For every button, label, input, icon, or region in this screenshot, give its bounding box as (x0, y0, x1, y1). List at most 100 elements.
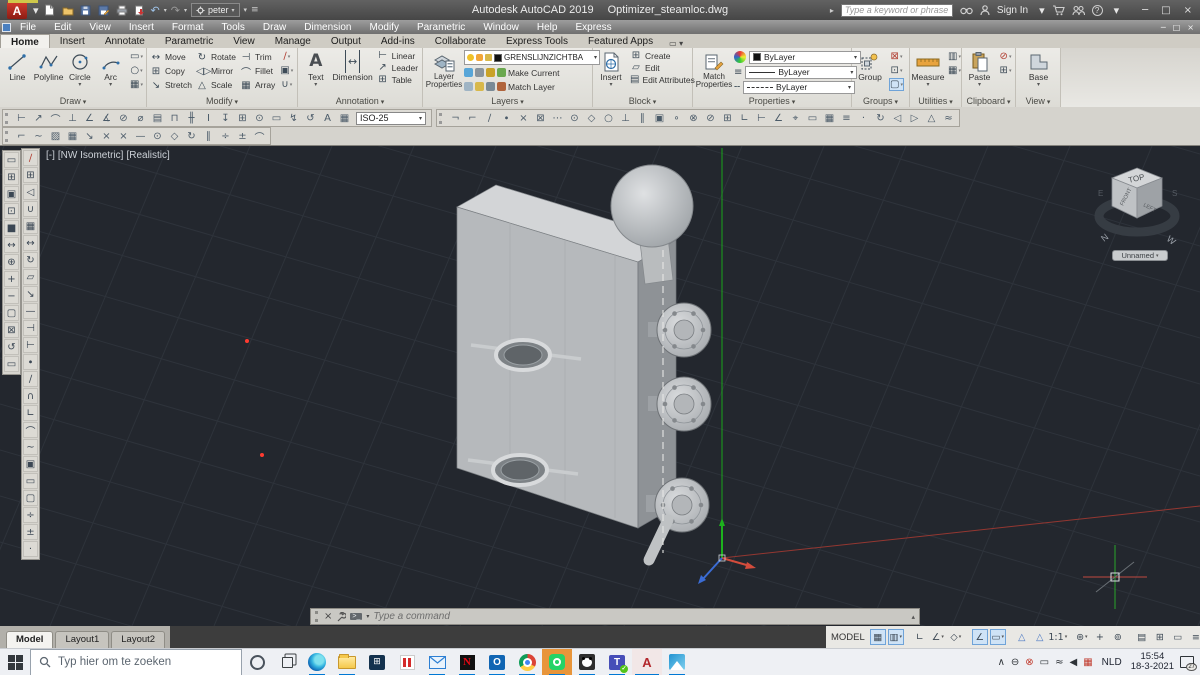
otrack-tool-icon[interactable]: ⌖ (787, 111, 804, 126)
point-marker[interactable] (245, 339, 249, 343)
dim-style-manager-icon[interactable]: A (319, 111, 336, 126)
steam-block-model[interactable] (457, 165, 711, 560)
layer-dropdown[interactable]: GRENSLIJNZICHTBA ▾ (464, 50, 600, 65)
match-properties-button[interactable]: Match Properties (696, 50, 732, 90)
snap-center-icon[interactable]: ⊙ (566, 111, 583, 126)
sign-in-button[interactable]: Sign In (997, 5, 1028, 16)
taskbar-clock[interactable]: 15:54 18-3-2021 (1131, 652, 1174, 673)
fillet-icon[interactable]: ⌒ (23, 422, 38, 438)
group-selection-icon[interactable]: ▢ (889, 78, 904, 91)
dim-arc-icon[interactable]: ⌒ (47, 111, 64, 126)
isolate-objects-toggle[interactable]: ⊚ (1110, 629, 1126, 645)
dim-angular-3pt-icon[interactable]: ∡ (98, 111, 115, 126)
dim-inspect-icon[interactable]: I (200, 111, 217, 126)
blend-curves-icon[interactable]: ∼ (23, 439, 38, 455)
rectangle-icon[interactable]: ▭ (129, 50, 144, 63)
compass-w[interactable]: W (1165, 234, 1178, 247)
menu-modify[interactable]: Modify (361, 22, 408, 33)
command-close-icon[interactable]: × (324, 611, 332, 622)
panel-label-groups[interactable]: Groups (852, 95, 909, 107)
autocad-app-menu-button[interactable]: A (7, 2, 27, 19)
id-point-icon[interactable]: ▥ (947, 50, 962, 63)
edit-polyline-icon[interactable]: ⌐ (13, 129, 30, 144)
zoom-extents-icon[interactable]: ⊠ (4, 322, 19, 338)
trim-button[interactable]: ⊣Trim (240, 50, 275, 64)
erase-icon[interactable]: ∕ (279, 50, 294, 63)
command-line[interactable]: × >_ ▾ ▴ (310, 608, 920, 625)
layer-off-icon[interactable] (464, 68, 473, 77)
taskbar-search-input[interactable] (58, 656, 218, 668)
undo-icon[interactable]: ↶ (151, 5, 160, 16)
ribbon-tab-view[interactable]: View (223, 34, 265, 48)
menu-edit[interactable]: Edit (45, 22, 80, 33)
undo-caret-icon[interactable]: ▾ (164, 7, 167, 14)
doc-restore-button[interactable]: □ (1173, 23, 1181, 32)
lineweight-dropdown[interactable]: ByLayer ▾ (745, 66, 857, 79)
zoom-realtime-icon[interactable]: ⊕ (4, 254, 19, 270)
lineweight-tool-icon[interactable]: ≡ (838, 111, 855, 126)
ellipse-icon[interactable]: ○ (129, 64, 144, 77)
sign-in-caret-icon[interactable]: ▾ (1039, 4, 1045, 17)
snap-intersection-icon[interactable]: × (515, 111, 532, 126)
start-button[interactable] (0, 649, 30, 675)
stretch-button[interactable]: ↘Stretch (150, 78, 192, 92)
zoom-all-icon[interactable]: ▢ (4, 305, 19, 321)
scale-icon[interactable]: ▱ (23, 269, 38, 285)
cortana-button[interactable] (242, 649, 272, 675)
ribbon-tab-manage[interactable]: Manage (265, 34, 321, 48)
polar-tool-icon[interactable]: ∠ (770, 111, 787, 126)
panel-label-properties[interactable]: Properties (693, 95, 851, 107)
taskbar-panda-app-icon[interactable] (572, 649, 602, 675)
divide-tool-icon[interactable]: ÷ (217, 129, 234, 144)
snap-from-icon[interactable]: ⌐ (464, 111, 481, 126)
layout-tab-layout1[interactable]: Layout1 (55, 631, 109, 648)
redo-caret-icon[interactable]: ▾ (184, 7, 187, 14)
revision-cloud-icon[interactable]: ↻ (183, 129, 200, 144)
snap-nearest-icon[interactable]: ⊗ (685, 111, 702, 126)
measure-button[interactable]: Measure (913, 50, 943, 88)
move-button[interactable]: ↔Move (150, 50, 192, 64)
ribbon-tab-featured-apps[interactable]: Featured Apps (578, 34, 663, 48)
ribbon-tab-output[interactable]: Output (321, 34, 371, 48)
region-icon[interactable]: ▭ (23, 473, 38, 489)
zoom-dynamic-icon[interactable]: ⊞ (4, 169, 19, 185)
dim-style-dropdown[interactable]: ISO-25 ▾ (356, 112, 426, 125)
leader-button[interactable]: ↗Leader (377, 62, 420, 73)
snap-node-icon[interactable]: ∘ (668, 111, 685, 126)
layer-merge-icon[interactable] (497, 82, 506, 91)
snap-midpoint-icon[interactable]: ∙ (498, 111, 515, 126)
scale-button[interactable]: △Scale (196, 78, 236, 92)
taskbar-search[interactable] (30, 649, 242, 675)
object-color-dropdown[interactable]: ByLayer ▾ (749, 51, 861, 64)
ungroup-icon[interactable]: ⊠ (889, 50, 904, 63)
sync-error-icon[interactable]: ⊗ (1025, 657, 1033, 668)
point-icon[interactable]: · (23, 541, 38, 557)
zoom-out-icon[interactable]: − (4, 288, 19, 304)
dim-continue-icon[interactable]: ⊓ (166, 111, 183, 126)
new-drawing-icon[interactable] (43, 3, 57, 17)
quick-calc-icon[interactable]: ▦ (947, 64, 962, 77)
taskbar-autocad-icon[interactable]: A (632, 649, 662, 675)
pan-icon[interactable]: ↔ (4, 237, 19, 253)
snap-endpoint-icon[interactable]: ∕ (481, 111, 498, 126)
annotation-scale-control[interactable]: 1:1▾ (1050, 629, 1066, 645)
snap-insertion-icon[interactable]: ▣ (651, 111, 668, 126)
copy-button[interactable]: ⊞Copy (150, 64, 192, 78)
panel-label-layers[interactable]: Layers (423, 95, 592, 107)
offset-icon[interactable]: ∪ (23, 201, 38, 217)
layout-tab-layout2[interactable]: Layout2 (111, 631, 165, 648)
menu-draw[interactable]: Draw (254, 22, 295, 33)
workspace-switching-gear[interactable]: ⊛▾ (1074, 629, 1090, 645)
lengthen-tool-icon[interactable]: — (132, 129, 149, 144)
copy-icon[interactable]: ⊞ (23, 167, 38, 183)
window-minimize-button[interactable]: ─ (1142, 5, 1148, 16)
compass-e[interactable]: E (1098, 189, 1103, 198)
zoom-scale-icon[interactable]: ▣ (4, 186, 19, 202)
array-button[interactable]: ▦Array (240, 78, 275, 92)
cut-icon[interactable]: ⊘ (998, 50, 1013, 63)
lineweight-icon[interactable]: ≡ (734, 67, 742, 78)
match-layer-button[interactable]: Match Layer (508, 82, 555, 92)
panel-label-clipboard[interactable]: Clipboard (962, 95, 1015, 107)
doc-close-button[interactable]: × (1187, 23, 1194, 32)
linetype-dropdown[interactable]: ByLayer ▾ (743, 81, 855, 94)
